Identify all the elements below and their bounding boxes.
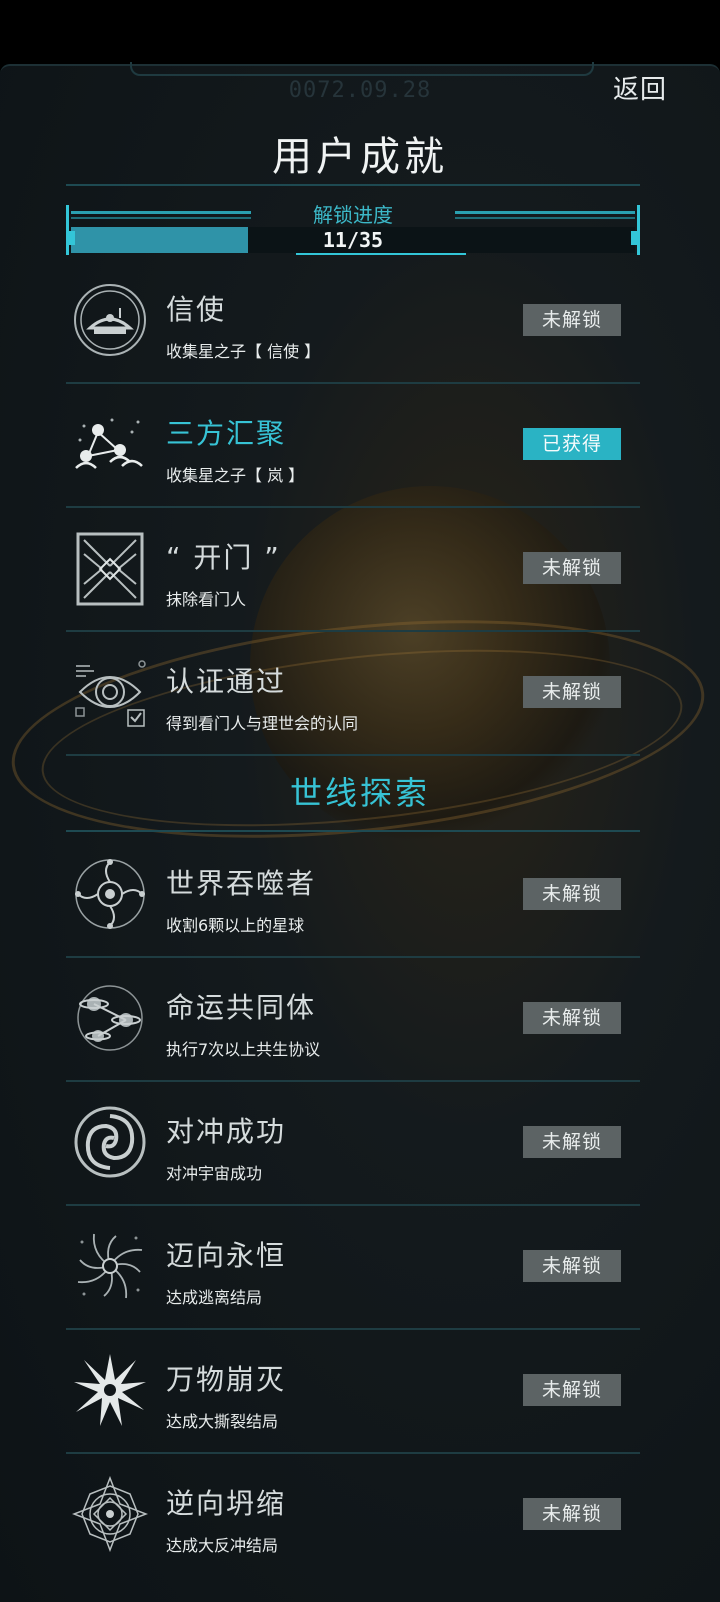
achievement-item-world-devourer[interactable]: 世界吞噬者 收割6颗以上的星球 未解锁 bbox=[66, 832, 640, 958]
achievement-desc: 收集星之子【 岚 】 bbox=[166, 466, 305, 485]
progress-count: 11/35 bbox=[322, 228, 384, 252]
achievement-status-badge: 未解锁 bbox=[523, 1126, 621, 1158]
progress-cap-left bbox=[68, 231, 75, 245]
achievement-name: 万物崩灭 bbox=[166, 1363, 287, 1396]
achievement-item-three-converge[interactable]: 三方汇聚 收集星之子【 岚 】 已获得 bbox=[66, 382, 640, 508]
achievement-desc: 达成逃离结局 bbox=[166, 1288, 263, 1307]
achievement-desc: 执行7次以上共生协议 bbox=[166, 1040, 321, 1059]
section-title: 世线探索 bbox=[289, 774, 430, 812]
satellite-dish-icon bbox=[72, 282, 148, 358]
page-title: 用户成就 bbox=[272, 134, 448, 180]
achievement-name: 逆向坍缩 bbox=[166, 1487, 287, 1520]
achievement-name: 信使 bbox=[166, 293, 227, 326]
progress-label: 解锁进度 bbox=[313, 203, 393, 227]
orbit-eye-icon bbox=[72, 856, 148, 932]
achievement-status-badge: 已获得 bbox=[523, 428, 621, 460]
progress-underline bbox=[296, 253, 466, 255]
achievement-status-badge: 未解锁 bbox=[523, 552, 621, 584]
achievement-desc: 达成大反冲结局 bbox=[166, 1536, 279, 1555]
achievement-item-verified[interactable]: 认证通过 得到看门人与理世会的认同 未解锁 bbox=[66, 630, 640, 756]
achievement-item-toward-eternity[interactable]: 迈向永恒 达成逃离结局 未解锁 bbox=[66, 1204, 640, 1330]
achievement-name: 对冲成功 bbox=[166, 1115, 287, 1148]
achievement-status-badge: 未解锁 bbox=[523, 676, 621, 708]
back-button[interactable]: 返回 bbox=[605, 72, 675, 108]
achievement-item-hedge-success[interactable]: 对冲成功 对冲宇宙成功 未解锁 bbox=[66, 1080, 640, 1206]
achievement-name: 认证通过 bbox=[166, 665, 287, 698]
achievement-desc: 收集星之子【 信使 】 bbox=[166, 342, 321, 361]
vortex-icon bbox=[72, 1228, 148, 1304]
achievement-item-reverse-collapse[interactable]: 逆向坍缩 达成大反冲结局 未解锁 bbox=[66, 1452, 640, 1576]
achievement-status-badge: 未解锁 bbox=[523, 1498, 621, 1530]
achievement-name: 命运共同体 bbox=[166, 991, 317, 1024]
spiral-icon bbox=[72, 1104, 148, 1180]
achievement-status-badge: 未解锁 bbox=[523, 304, 621, 336]
eye-verify-icon bbox=[72, 654, 148, 730]
achievement-desc: 收割6颗以上的星球 bbox=[166, 916, 305, 935]
achievement-desc: 对冲宇宙成功 bbox=[166, 1164, 263, 1183]
achievement-name: 三方汇聚 bbox=[166, 417, 287, 450]
achievement-item-all-collapse[interactable]: 万物崩灭 达成大撕裂结局 未解锁 bbox=[66, 1328, 640, 1454]
progress-cap-right bbox=[631, 231, 638, 245]
achievement-name: 世界吞噬者 bbox=[166, 867, 317, 900]
achievement-desc: 达成大撕裂结局 bbox=[166, 1412, 279, 1431]
achievement-status-badge: 未解锁 bbox=[523, 1002, 621, 1034]
title-divider bbox=[66, 184, 640, 186]
linked-planets-icon bbox=[72, 980, 148, 1056]
achievement-item-open-gate[interactable]: “ 开门 ” 抹除看门人 未解锁 bbox=[66, 506, 640, 632]
achievement-status-badge: 未解锁 bbox=[523, 1374, 621, 1406]
achievement-desc: 得到看门人与理世会的认同 bbox=[166, 714, 359, 733]
mandala-icon bbox=[72, 1476, 148, 1552]
achievement-name: 迈向永恒 bbox=[166, 1239, 287, 1272]
three-figures-network-icon bbox=[72, 406, 148, 482]
achievement-status-badge: 未解锁 bbox=[523, 878, 621, 910]
achievement-item-shared-fate[interactable]: 命运共同体 执行7次以上共生协议 未解锁 bbox=[66, 956, 640, 1082]
achievement-status-badge: 未解锁 bbox=[523, 1250, 621, 1282]
achievement-item-messenger[interactable]: 信使 收集星之子【 信使 】 未解锁 bbox=[66, 258, 640, 384]
panel-top-notch bbox=[130, 62, 594, 76]
unlock-progress: 解锁进度 11/35 bbox=[66, 203, 640, 255]
starburst-icon bbox=[72, 1352, 148, 1428]
achievement-name: “ 开门 ” bbox=[166, 541, 281, 574]
achievement-desc: 抹除看门人 bbox=[166, 590, 247, 609]
gate-icon bbox=[72, 530, 148, 606]
